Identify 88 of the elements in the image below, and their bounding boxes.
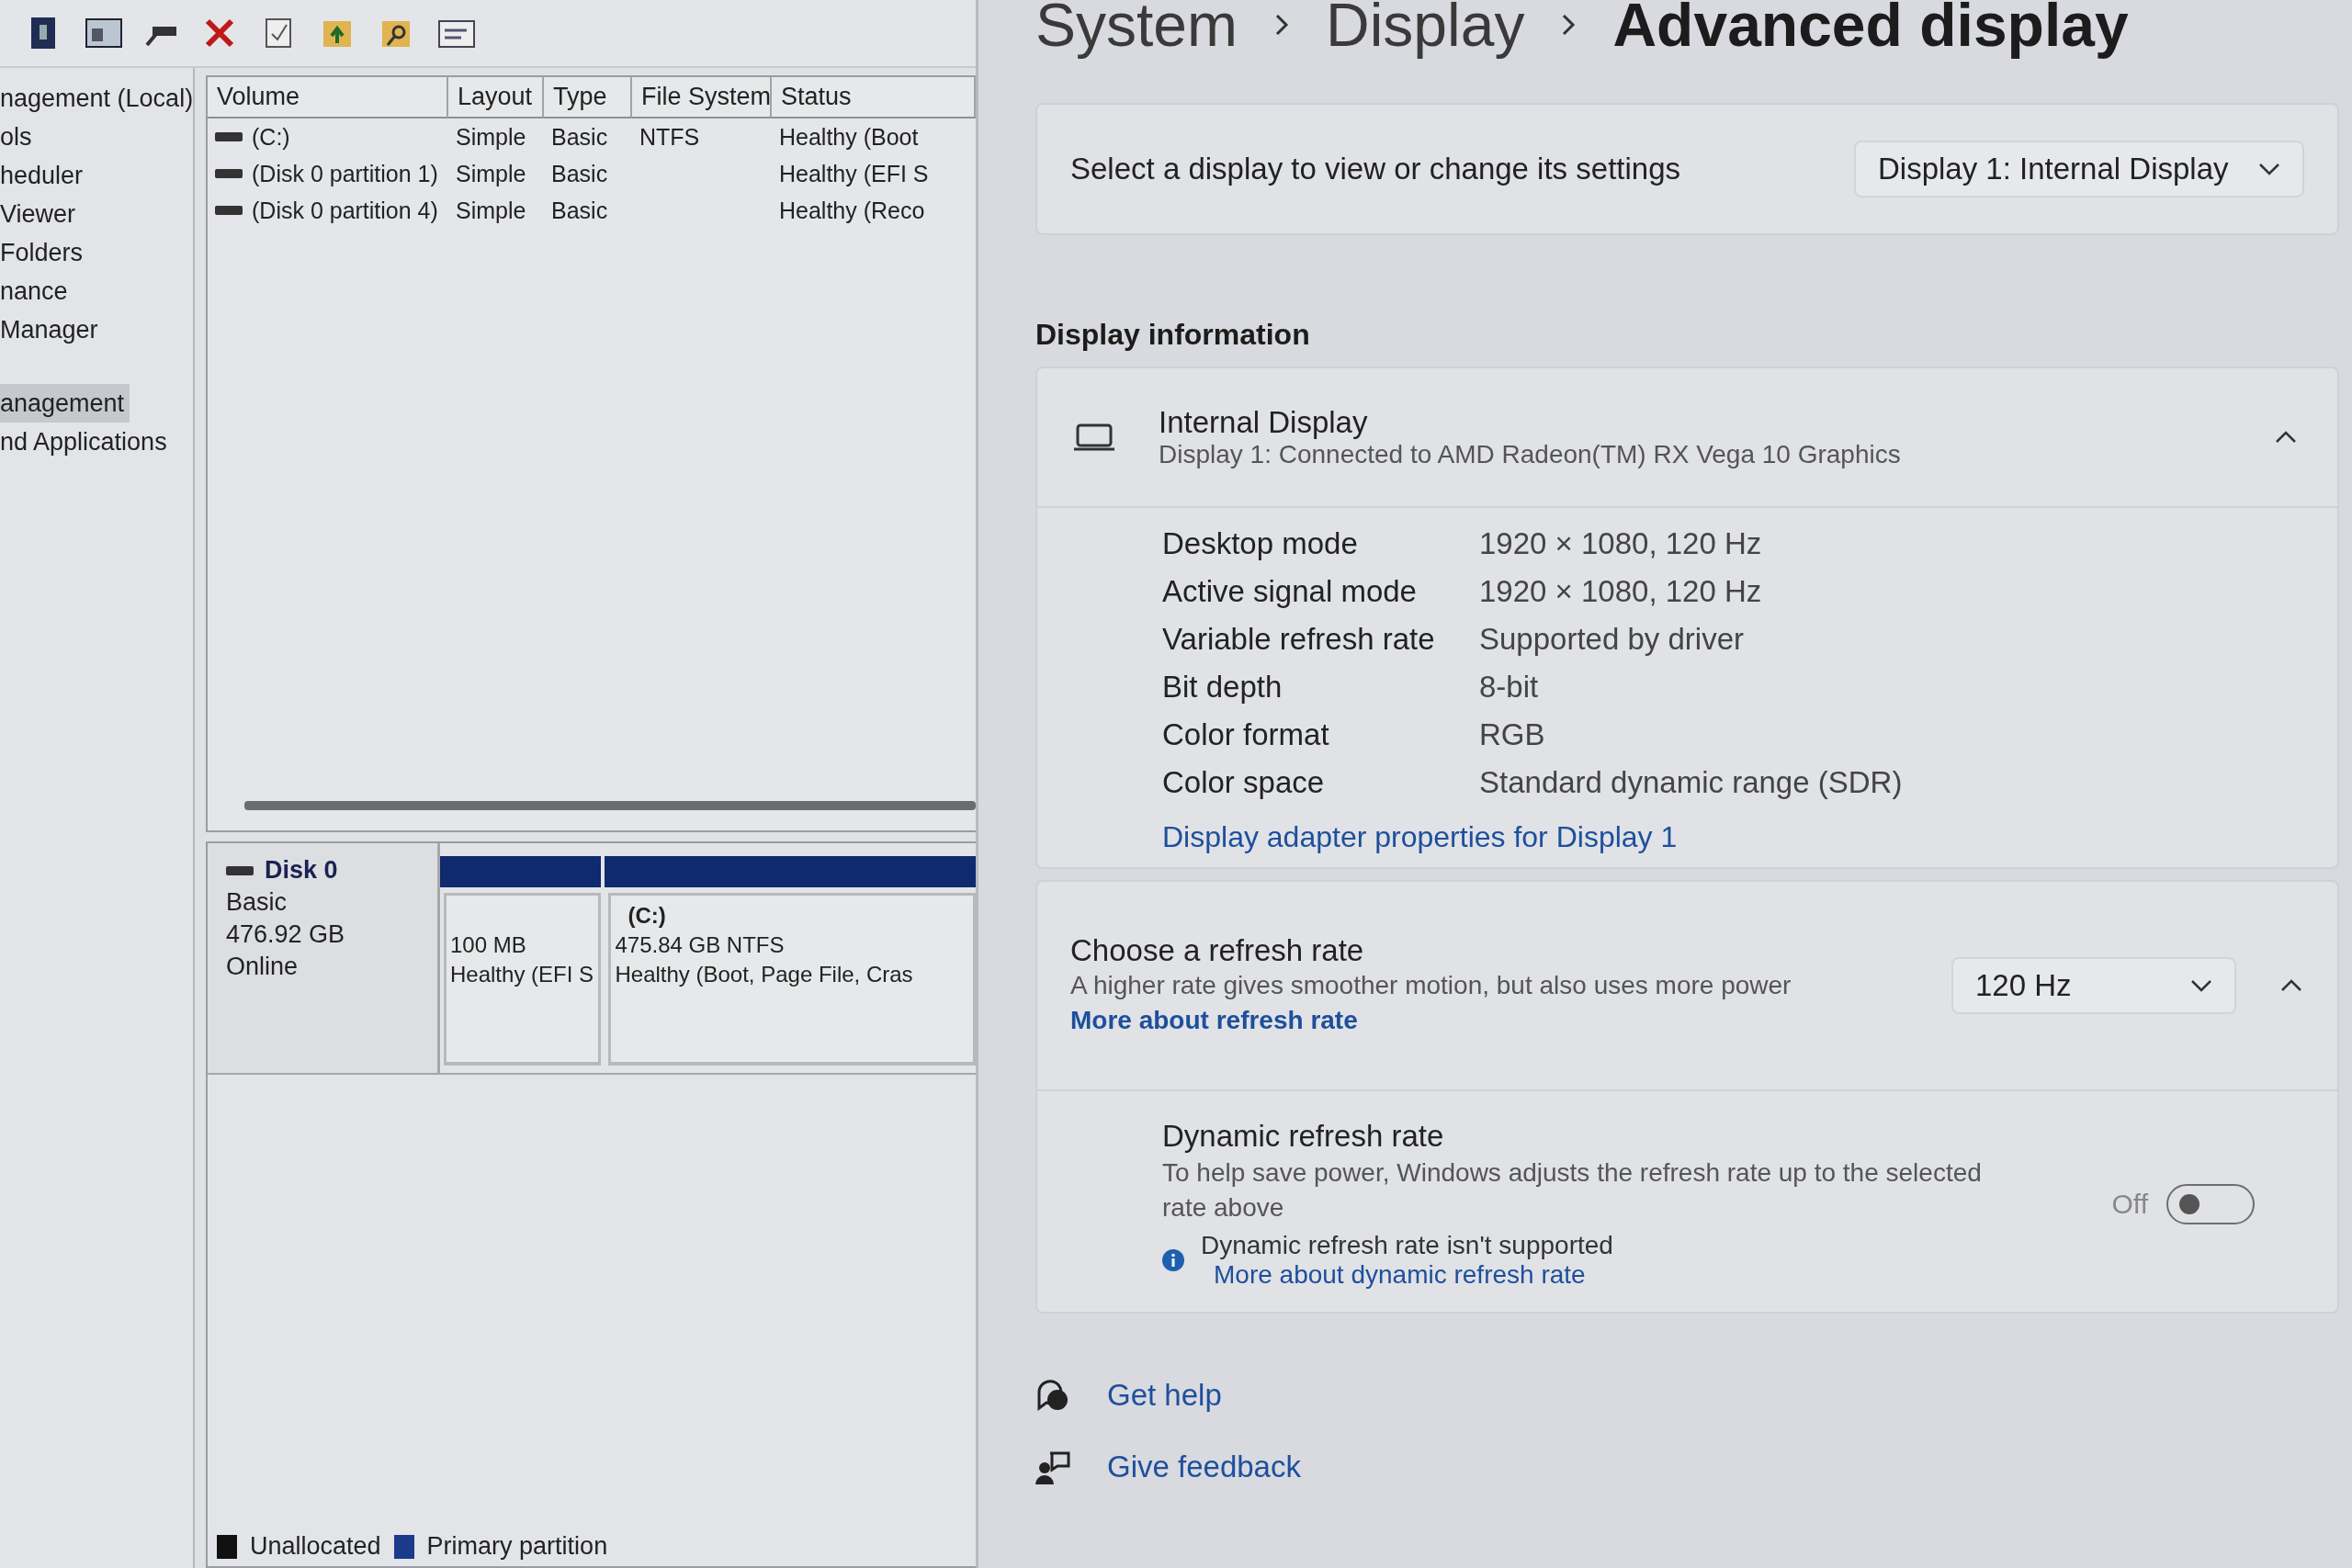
refresh-rate-dropdown[interactable]: 120 Hz [1951, 957, 2236, 1014]
chevron-right-icon [1561, 13, 1577, 37]
table-cell: (C:) [252, 123, 290, 151]
breadcrumb-item[interactable]: Display [1326, 0, 1525, 60]
setting-title: Choose a refresh rate [1070, 933, 1365, 969]
spec-value: 1920 × 1080, 120 Hz [1479, 574, 1763, 609]
section-title: Display information [1035, 318, 1311, 352]
partition-size: 475.84 GB NTFS [615, 932, 786, 958]
window-icon[interactable] [85, 16, 123, 51]
footer-link[interactable]: Get help [1107, 1377, 1222, 1413]
notice-text: Dynamic refresh rate isn't supported [1201, 1230, 1613, 1260]
table-cell: Healthy (EFI S [779, 160, 929, 187]
refresh-rate-link[interactable]: More about refresh rate [1070, 1006, 1358, 1034]
scrollbar[interactable] [244, 801, 976, 810]
table-cell: Simple [456, 160, 526, 187]
tree-item[interactable]: heduler [0, 156, 89, 195]
legend-label: Primary partition [426, 1532, 608, 1561]
setting-label: Select a display to view or change its settings [1070, 152, 1680, 186]
drive-icon [215, 206, 243, 215]
setting-description: A higher rate gives smoother motion, but also uses more power More about refresh rate [1070, 970, 1792, 1036]
tree-item[interactable]: ols [0, 118, 38, 156]
chevron-icon [2275, 431, 2297, 444]
disk-status: Online [226, 953, 300, 981]
spec-value: 1920 × 1080, 120 Hz [1479, 526, 1763, 561]
display-name: Internal Display [1159, 405, 1369, 440]
chevron-down-icon [2258, 163, 2280, 175]
legend-label: Unallocated [250, 1532, 381, 1561]
footer-link[interactable]: Give feedback [1107, 1449, 1301, 1484]
tree-item[interactable]: Viewer [0, 195, 82, 233]
spec-value: 8-bit [1479, 670, 1540, 705]
laptop-icon [1074, 423, 1114, 451]
column-header[interactable]: Status [772, 77, 976, 118]
partition-title: (C:) [627, 903, 667, 929]
info-icon [1162, 1248, 1184, 1271]
spec-label: Color space [1162, 765, 1326, 800]
table-cell: Healthy (Boot [779, 123, 919, 151]
partition[interactable]: (C:) 475.84 GB NTFS Healthy (Boot, Page File, Cras [608, 893, 976, 1066]
spec-label: Bit depth [1162, 670, 1283, 705]
toggle-state: Off [2111, 1188, 2148, 1220]
drive-icon [215, 169, 243, 178]
column-header[interactable]: Layout [448, 77, 544, 118]
breadcrumb-item[interactable]: System [1035, 0, 1238, 60]
column-header[interactable]: File System [632, 77, 772, 118]
setting-description: To help save power, Windows adjusts the refresh rate up to the selected rate above [1162, 1157, 1983, 1224]
tree-item[interactable]: Manager [0, 310, 104, 349]
chevron-right-icon [1274, 13, 1290, 37]
drive-icon [215, 132, 243, 141]
table-cell: (Disk 0 partition 4) [252, 197, 438, 224]
spec-label: Variable refresh rate [1162, 622, 1436, 657]
column-header[interactable]: Type [544, 77, 632, 118]
adapter-properties-link[interactable]: Display adapter properties for Display 1 [1162, 820, 2337, 854]
table-cell: Basic [551, 197, 608, 224]
tree-item[interactable]: nance [0, 272, 74, 310]
table-cell: Simple [456, 197, 526, 224]
column-header[interactable]: Volume [208, 77, 448, 118]
spec-label: Active signal mode [1162, 574, 1418, 609]
display-dropdown[interactable]: Display 1: Internal Display [1854, 141, 2304, 197]
spec-label: Desktop mode [1162, 526, 1359, 561]
chevron-down-icon [2190, 979, 2212, 992]
partition-status: Healthy (Boot, Page File, Cras [615, 962, 914, 987]
tree-item[interactable]: nd Applications [0, 423, 173, 461]
partition[interactable]: 100 MB Healthy (EFI S [444, 893, 602, 1066]
spec-label: Color format [1162, 717, 1330, 752]
help-icon [1035, 1377, 1070, 1413]
partition-status: Healthy (EFI S [450, 962, 595, 987]
toggle-switch[interactable] [2166, 1183, 2255, 1224]
tree-item[interactable]: Folders [0, 233, 89, 272]
disk-type: Basic [226, 888, 288, 917]
disk-size: 476.92 GB [226, 920, 346, 949]
dynamic-refresh-link[interactable]: More about dynamic refresh rate [1201, 1259, 1613, 1290]
table-cell: Basic [551, 160, 608, 187]
table-cell: Healthy (Reco [779, 197, 925, 224]
chevron-icon [2280, 979, 2302, 992]
table-cell: Simple [456, 123, 526, 151]
tree-item[interactable]: anagement [0, 384, 130, 423]
spec-value: Supported by driver [1479, 622, 1745, 657]
partition-size: 100 MB [450, 932, 527, 958]
drive-icon [226, 865, 254, 875]
tree-item[interactable]: nagement (Local) [0, 79, 193, 118]
table-cell: NTFS [639, 123, 700, 151]
table-cell: Basic [551, 123, 608, 151]
spec-value: Standard dynamic range (SDR) [1479, 765, 1904, 800]
display-subtitle: Display 1: Connected to AMD Radeon(TM) RX Vega 10 Graphics [1159, 440, 1902, 469]
breadcrumb-item: Advanced display [1612, 0, 2129, 60]
disk-name: Disk 0 [265, 856, 338, 885]
table-cell: (Disk 0 partition 1) [252, 160, 438, 187]
spec-value: RGB [1479, 717, 1546, 752]
setting-title: Dynamic refresh rate [1162, 1119, 1445, 1154]
